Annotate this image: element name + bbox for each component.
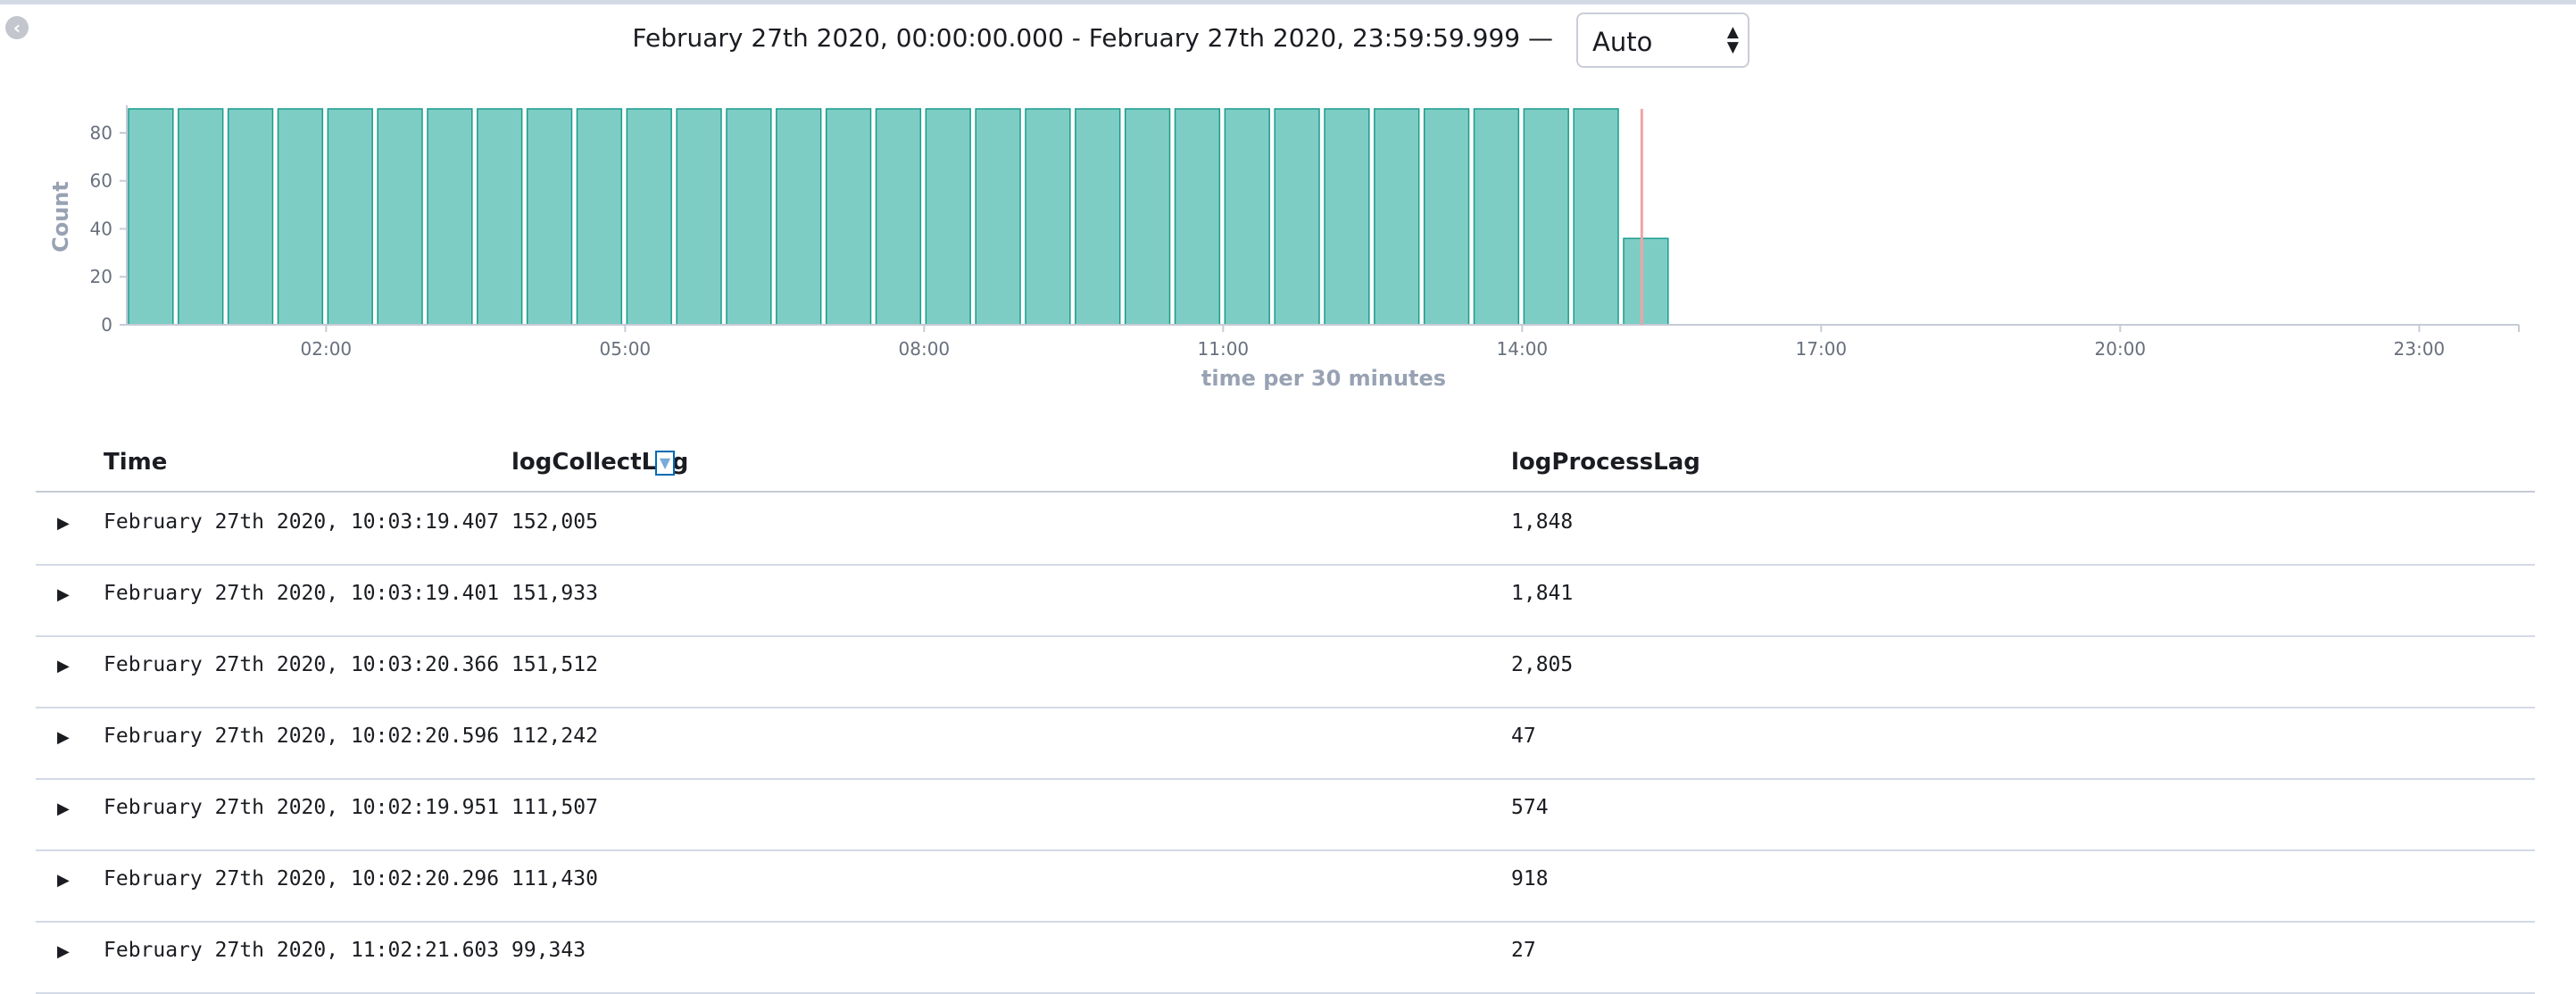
cell-logprocesslag: 1,841 [1511, 582, 1574, 605]
x-tick-label: 14:00 [1497, 338, 1549, 360]
histogram-bar[interactable] [875, 108, 922, 326]
histogram-bar[interactable] [128, 108, 174, 326]
histogram-bar[interactable] [1324, 108, 1370, 326]
histogram-bar[interactable] [427, 108, 473, 326]
x-axis-title: time per 30 minutes [1201, 366, 1446, 391]
cell-logcollectlag: 112,242 [511, 725, 598, 748]
cell-logcollectlag: 152,005 [511, 510, 598, 534]
caret-right-icon[interactable]: ▶ [57, 728, 70, 747]
y-tick-label: 20 [90, 266, 112, 287]
cell-logcollectlag: 111,507 [511, 796, 598, 819]
histogram-bar[interactable] [626, 108, 672, 326]
histogram-bar[interactable] [1274, 108, 1320, 326]
histogram-bar[interactable] [277, 108, 324, 326]
histogram-bar[interactable] [526, 108, 573, 326]
histogram-bar[interactable] [477, 108, 523, 326]
cell-time: February 27th 2020, 11:02:21.603 [104, 939, 500, 962]
cell-logcollectlag: 99,343 [511, 939, 586, 962]
interval-select[interactable]: Auto ▲ ▼ [1576, 12, 1749, 68]
histogram-bar[interactable] [1124, 108, 1171, 326]
x-tick-label: 05:00 [600, 338, 652, 360]
table-row: ▶ February 27th 2020, 10:03:19.407 152,005… [36, 493, 2535, 566]
cell-logprocesslag: 47 [1511, 725, 1536, 748]
cell-logprocesslag: 1,848 [1511, 510, 1574, 534]
cell-time: February 27th 2020, 10:03:19.401 [104, 582, 500, 605]
histogram-bar[interactable] [1623, 237, 1669, 326]
cell-logprocesslag: 2,805 [1511, 653, 1574, 676]
sort-down-icon[interactable]: ▼ [655, 451, 675, 476]
cell-logcollectlag: 151,512 [511, 653, 598, 676]
table-row: ▶ February 27th 2020, 10:02:19.951 111,507… [36, 778, 2535, 851]
cell-time: February 27th 2020, 10:03:19.407 [104, 510, 500, 534]
y-tick-label: 80 [90, 122, 112, 144]
x-tick-label: 23:00 [2394, 338, 2446, 360]
histogram-bar[interactable] [676, 108, 722, 326]
histogram-bar[interactable] [227, 108, 274, 326]
histogram-bar[interactable] [377, 108, 423, 326]
caret-right-icon[interactable]: ▶ [57, 585, 70, 604]
y-tick-label: 60 [90, 170, 112, 192]
interval-select-value: Auto [1592, 27, 1653, 57]
cell-time: February 27th 2020, 10:02:20.296 [104, 867, 500, 890]
caret-right-icon[interactable]: ▶ [57, 514, 70, 533]
y-tick-label: 40 [90, 218, 112, 239]
table-row: ▶ February 27th 2020, 11:02:21.603 99,343 2… [36, 921, 2535, 994]
top-divider [0, 0, 2576, 4]
histogram-bar[interactable] [1473, 108, 1520, 326]
x-tick-label: 11:00 [1198, 338, 1250, 360]
cell-time: February 27th 2020, 10:03:20.366 [104, 653, 500, 676]
table-row: ▶ February 27th 2020, 10:03:20.366 151,512… [36, 635, 2535, 708]
column-header-time[interactable]: Time [104, 449, 167, 476]
caret-right-icon[interactable]: ▶ [57, 871, 70, 890]
cell-logcollectlag: 151,933 [511, 582, 598, 605]
histogram-bar[interactable] [975, 108, 1021, 326]
x-tick-label: 17:00 [1796, 338, 1848, 360]
y-axis-title: Count [48, 181, 73, 253]
caret-right-icon[interactable]: ▶ [57, 942, 70, 961]
histogram-bar[interactable] [1075, 108, 1121, 326]
time-range-label[interactable]: February 27th 2020, 00:00:00.000 - Febru… [0, 23, 1553, 53]
histogram-bar[interactable] [1174, 108, 1221, 326]
cell-logprocesslag: 918 [1511, 867, 1549, 890]
histogram-bar[interactable] [1224, 108, 1270, 326]
x-tick-label: 20:00 [2095, 338, 2147, 360]
histogram-bar[interactable] [1374, 108, 1420, 326]
cell-logprocesslag: 27 [1511, 939, 1536, 962]
cell-time: February 27th 2020, 10:02:20.596 [104, 725, 500, 748]
cell-logprocesslag: 574 [1511, 796, 1549, 819]
histogram-bar[interactable] [1523, 108, 1569, 326]
histogram-bar[interactable] [1025, 108, 1071, 326]
x-tick-label: 02:00 [301, 338, 353, 360]
histogram-bar[interactable] [576, 108, 623, 326]
cell-time: February 27th 2020, 10:02:19.951 [104, 796, 500, 819]
cell-logcollectlag: 111,430 [511, 867, 598, 890]
histogram-bar[interactable] [726, 108, 772, 326]
table-row: ▶ February 27th 2020, 10:02:20.296 111,430… [36, 849, 2535, 923]
table-row: ▶ February 27th 2020, 10:03:19.401 151,933… [36, 564, 2535, 637]
caret-right-icon[interactable]: ▶ [57, 657, 70, 675]
histogram-bar[interactable] [1573, 108, 1619, 326]
histogram-chart[interactable]: 0 20 40 60 80 02:00 05:00 08:00 11:00 14:00 17:00 2… [0, 80, 2576, 402]
histogram-bar[interactable] [925, 108, 971, 326]
column-header-logprocesslag[interactable]: logProcessLag [1511, 449, 1700, 476]
x-tick-label: 08:00 [899, 338, 951, 360]
histogram-bar[interactable] [1423, 108, 1470, 326]
histogram-bar[interactable] [825, 108, 872, 326]
table-row: ▶ February 27th 2020, 10:02:20.596 112,242… [36, 707, 2535, 780]
caret-right-icon[interactable]: ▶ [57, 799, 70, 818]
histogram-bar[interactable] [327, 108, 373, 326]
y-tick-label: 0 [101, 314, 112, 335]
select-arrows-icon: ▲ ▼ [1726, 23, 1739, 56]
histogram-bar[interactable] [776, 108, 822, 326]
histogram-bar[interactable] [178, 108, 224, 326]
